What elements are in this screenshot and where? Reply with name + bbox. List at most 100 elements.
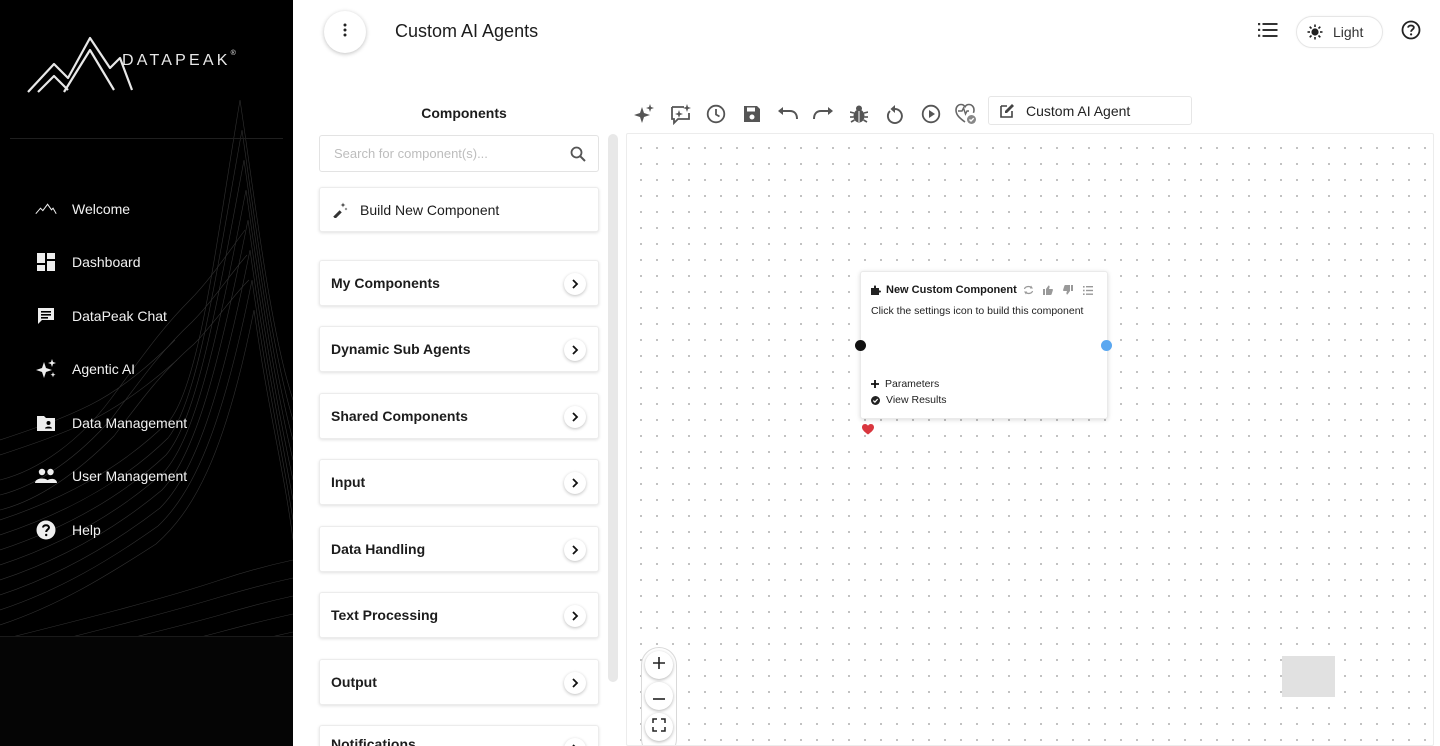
help-button[interactable]: [1399, 20, 1423, 44]
node-title: New Custom Component: [886, 284, 1017, 296]
component-search-input[interactable]: [320, 136, 560, 171]
run-icon[interactable]: [919, 102, 943, 126]
category-data-handling[interactable]: Data Handling: [319, 526, 599, 572]
fit-screen-icon: [652, 717, 666, 737]
chevron-right-icon[interactable]: [564, 672, 586, 694]
category-text-processing[interactable]: Text Processing: [319, 592, 599, 638]
view-results-label: View Results: [886, 394, 947, 406]
refresh-icon[interactable]: [1021, 283, 1035, 297]
zoom-controls: [641, 647, 677, 745]
category-shared-components[interactable]: Shared Components: [319, 393, 599, 439]
more-menu-button[interactable]: [324, 11, 366, 53]
node-view-results-link[interactable]: View Results: [871, 394, 947, 406]
component-search: [319, 135, 599, 172]
chat-icon: [35, 305, 57, 327]
list-icon: [1258, 22, 1278, 42]
category-label: Shared Components: [331, 408, 468, 424]
ai-chat-icon[interactable]: [669, 102, 693, 126]
sidebar-item-dashboard[interactable]: Dashboard: [0, 236, 293, 290]
fit-view-button[interactable]: [645, 713, 673, 741]
sun-icon: [1307, 24, 1323, 40]
brand-name: DATAPEAK®: [122, 50, 236, 69]
canvas-minimap[interactable]: [1282, 656, 1335, 697]
sidebar-footer: [0, 636, 293, 746]
save-icon[interactable]: [740, 102, 764, 126]
components-scrollbar[interactable]: [608, 134, 618, 682]
components-title: Components: [421, 105, 507, 121]
magic-icon[interactable]: [633, 102, 657, 126]
theme-toggle-button[interactable]: Light: [1296, 16, 1383, 48]
question-circle-icon: [1401, 20, 1421, 45]
list-view-button[interactable]: [1256, 20, 1280, 44]
category-dynamic-sub-agents[interactable]: Dynamic Sub Agents: [319, 326, 599, 372]
folder-user-icon: [35, 412, 57, 434]
category-label: Notifications: [331, 736, 416, 746]
brand-divider: [10, 138, 283, 139]
agent-name-field[interactable]: Custom AI Agent: [988, 96, 1192, 125]
sidebar-item-help[interactable]: Help: [0, 503, 293, 557]
chevron-right-icon[interactable]: [564, 406, 586, 428]
chevron-right-icon[interactable]: [564, 605, 586, 627]
node-input-port[interactable]: [855, 340, 866, 351]
thumbs-down-icon[interactable]: [1061, 283, 1075, 297]
puzzle-icon: [871, 285, 881, 295]
plus-icon: [871, 380, 879, 388]
sidebar-nav: Welcome Dashboard DataPeak Chat Agentic …: [0, 182, 293, 557]
sparkle-icon: [35, 358, 57, 380]
dashboard-icon: [35, 251, 57, 273]
zoom-out-button[interactable]: [645, 682, 673, 710]
sidebar-item-agentic-ai[interactable]: Agentic AI: [0, 343, 293, 397]
node-parameters-link[interactable]: Parameters: [871, 378, 939, 390]
sidebar-item-datapeak-chat[interactable]: DataPeak Chat: [0, 289, 293, 343]
sidebar-item-welcome[interactable]: Welcome: [0, 182, 293, 236]
custom-component-node[interactable]: New Custom Component Click the settings …: [860, 271, 1108, 419]
flow-canvas[interactable]: New Custom Component Click the settings …: [626, 133, 1434, 746]
sidebar-item-label: Agentic AI: [72, 361, 136, 378]
check-circle-icon: [871, 395, 880, 405]
help-icon: [35, 519, 57, 541]
search-icon[interactable]: [570, 146, 586, 162]
sidebar-item-label: Welcome: [72, 200, 131, 217]
parameters-label: Parameters: [885, 378, 940, 390]
users-icon: [35, 465, 57, 487]
category-notifications[interactable]: Notifications: [319, 725, 599, 746]
build-new-component-button[interactable]: Build New Component: [319, 187, 599, 232]
sidebar-item-label: User Management: [72, 468, 188, 485]
heart-check-icon[interactable]: [954, 102, 978, 126]
build-new-component-label: Build New Component: [360, 201, 500, 218]
category-output[interactable]: Output: [319, 659, 599, 705]
sidebar-item-label: DataPeak Chat: [72, 307, 167, 324]
sidebar-item-data-management[interactable]: Data Management: [0, 396, 293, 450]
undo-icon[interactable]: [776, 102, 800, 126]
canvas-toolbar: [633, 102, 990, 126]
settings-list-icon[interactable]: [1081, 283, 1095, 297]
category-label: My Components: [331, 275, 440, 291]
chevron-right-icon[interactable]: [564, 539, 586, 561]
chevron-right-icon[interactable]: [564, 273, 586, 295]
plus-icon: [653, 656, 665, 674]
sidebar-item-user-management[interactable]: User Management: [0, 450, 293, 504]
chevron-right-icon[interactable]: [564, 738, 586, 746]
debug-icon[interactable]: [847, 102, 871, 126]
page-title: Custom AI Agents: [395, 21, 539, 41]
category-label: Output: [331, 674, 377, 690]
reset-icon[interactable]: [883, 102, 907, 126]
node-description: Click the settings icon to build this co…: [871, 305, 1084, 317]
magic-wand-icon: [332, 202, 348, 218]
category-label: Text Processing: [331, 607, 439, 623]
thumbs-up-icon[interactable]: [1041, 283, 1055, 297]
sidebar-item-label: Dashboard: [72, 254, 141, 271]
category-input[interactable]: Input: [319, 459, 599, 505]
theme-label: Light: [1333, 24, 1364, 40]
zoom-in-button[interactable]: [645, 651, 673, 679]
redo-icon[interactable]: [811, 102, 835, 126]
chevron-right-icon[interactable]: [564, 472, 586, 494]
heart-icon[interactable]: [862, 424, 874, 435]
category-label: Dynamic Sub Agents: [331, 341, 471, 357]
category-my-components[interactable]: My Components: [319, 260, 599, 306]
history-icon[interactable]: [704, 102, 728, 126]
node-output-port[interactable]: [1101, 340, 1112, 351]
sidebar-item-label: Help: [72, 521, 101, 538]
chevron-right-icon[interactable]: [564, 339, 586, 361]
mountain-icon: [35, 198, 57, 220]
